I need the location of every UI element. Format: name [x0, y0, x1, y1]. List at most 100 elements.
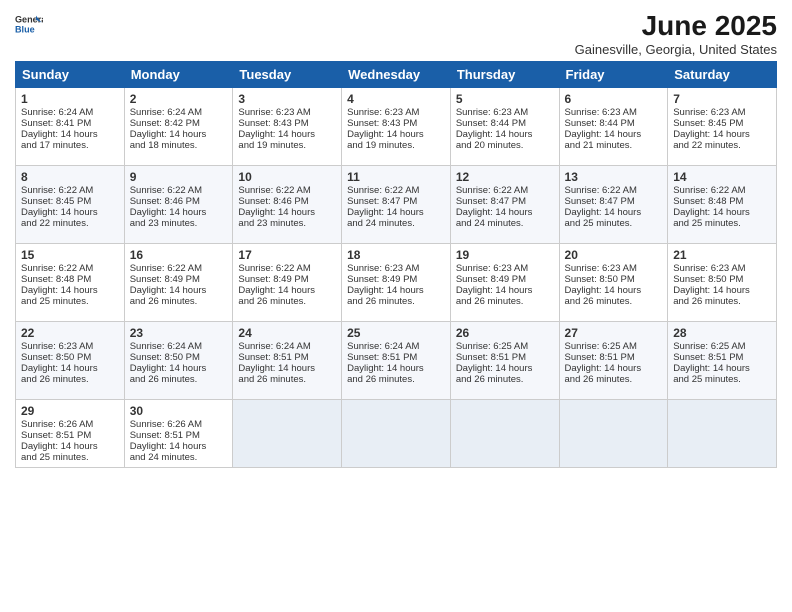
calendar-cell	[450, 400, 559, 468]
calendar-cell: 6Sunrise: 6:23 AMSunset: 8:44 PMDaylight…	[559, 88, 668, 166]
day-info: Daylight: 14 hours	[347, 363, 445, 374]
day-info: Daylight: 14 hours	[347, 285, 445, 296]
day-info: Sunrise: 6:24 AM	[347, 341, 445, 352]
day-info: Daylight: 14 hours	[673, 207, 771, 218]
calendar-cell: 30Sunrise: 6:26 AMSunset: 8:51 PMDayligh…	[124, 400, 233, 468]
day-number: 11	[347, 170, 445, 184]
day-info: Daylight: 14 hours	[673, 129, 771, 140]
day-info: Daylight: 14 hours	[238, 363, 336, 374]
day-info: and 26 minutes.	[130, 374, 228, 385]
day-info: Sunrise: 6:22 AM	[565, 185, 663, 196]
day-number: 21	[673, 248, 771, 262]
day-number: 12	[456, 170, 554, 184]
day-info: Sunset: 8:48 PM	[673, 196, 771, 207]
day-info: and 26 minutes.	[130, 296, 228, 307]
day-info: Sunset: 8:42 PM	[130, 118, 228, 129]
day-info: Daylight: 14 hours	[565, 129, 663, 140]
calendar-cell: 2Sunrise: 6:24 AMSunset: 8:42 PMDaylight…	[124, 88, 233, 166]
day-info: Sunrise: 6:23 AM	[673, 263, 771, 274]
calendar-cell: 25Sunrise: 6:24 AMSunset: 8:51 PMDayligh…	[342, 322, 451, 400]
day-info: Daylight: 14 hours	[673, 363, 771, 374]
col-monday: Monday	[124, 62, 233, 88]
day-info: Daylight: 14 hours	[21, 207, 119, 218]
calendar-week-row: 8Sunrise: 6:22 AMSunset: 8:45 PMDaylight…	[16, 166, 777, 244]
day-info: Sunrise: 6:22 AM	[238, 263, 336, 274]
day-number: 6	[565, 92, 663, 106]
calendar-cell	[342, 400, 451, 468]
page-container: General Blue June 2025 Gainesville, Geor…	[0, 0, 792, 478]
day-number: 13	[565, 170, 663, 184]
calendar: Sunday Monday Tuesday Wednesday Thursday…	[15, 61, 777, 468]
day-number: 8	[21, 170, 119, 184]
day-info: Daylight: 14 hours	[21, 441, 119, 452]
day-info: and 22 minutes.	[21, 218, 119, 229]
day-info: Sunset: 8:45 PM	[673, 118, 771, 129]
calendar-cell	[668, 400, 777, 468]
day-info: Daylight: 14 hours	[130, 363, 228, 374]
location: Gainesville, Georgia, United States	[575, 42, 777, 57]
day-info: Daylight: 14 hours	[565, 207, 663, 218]
day-info: Sunset: 8:51 PM	[238, 352, 336, 363]
calendar-cell: 15Sunrise: 6:22 AMSunset: 8:48 PMDayligh…	[16, 244, 125, 322]
day-info: Sunrise: 6:23 AM	[456, 263, 554, 274]
calendar-header-row: Sunday Monday Tuesday Wednesday Thursday…	[16, 62, 777, 88]
day-number: 17	[238, 248, 336, 262]
day-info: Sunset: 8:50 PM	[21, 352, 119, 363]
calendar-cell	[559, 400, 668, 468]
day-info: Sunset: 8:47 PM	[347, 196, 445, 207]
day-info: and 21 minutes.	[565, 140, 663, 151]
col-tuesday: Tuesday	[233, 62, 342, 88]
day-info: Daylight: 14 hours	[130, 129, 228, 140]
day-info: Sunset: 8:49 PM	[130, 274, 228, 285]
day-info: and 25 minutes.	[565, 218, 663, 229]
day-info: Sunset: 8:50 PM	[565, 274, 663, 285]
day-info: Sunrise: 6:23 AM	[565, 107, 663, 118]
day-info: Sunrise: 6:23 AM	[565, 263, 663, 274]
calendar-cell: 4Sunrise: 6:23 AMSunset: 8:43 PMDaylight…	[342, 88, 451, 166]
day-info: and 25 minutes.	[21, 296, 119, 307]
day-info: and 26 minutes.	[565, 374, 663, 385]
day-info: and 26 minutes.	[673, 296, 771, 307]
day-info: Daylight: 14 hours	[130, 207, 228, 218]
day-info: Daylight: 14 hours	[130, 441, 228, 452]
day-info: Sunset: 8:41 PM	[21, 118, 119, 129]
day-info: Sunset: 8:46 PM	[238, 196, 336, 207]
day-info: Sunset: 8:44 PM	[456, 118, 554, 129]
day-info: Daylight: 14 hours	[456, 285, 554, 296]
svg-text:Blue: Blue	[15, 24, 35, 34]
day-number: 10	[238, 170, 336, 184]
calendar-cell: 16Sunrise: 6:22 AMSunset: 8:49 PMDayligh…	[124, 244, 233, 322]
day-info: and 22 minutes.	[673, 140, 771, 151]
day-info: Sunrise: 6:23 AM	[21, 341, 119, 352]
col-wednesday: Wednesday	[342, 62, 451, 88]
day-number: 30	[130, 404, 228, 418]
day-info: and 23 minutes.	[130, 218, 228, 229]
day-info: Sunrise: 6:26 AM	[21, 419, 119, 430]
day-info: and 26 minutes.	[456, 374, 554, 385]
day-info: Sunset: 8:51 PM	[130, 430, 228, 441]
day-info: and 26 minutes.	[565, 296, 663, 307]
day-info: Daylight: 14 hours	[238, 129, 336, 140]
day-info: Sunset: 8:47 PM	[456, 196, 554, 207]
col-sunday: Sunday	[16, 62, 125, 88]
day-info: Daylight: 14 hours	[130, 285, 228, 296]
day-info: Sunset: 8:49 PM	[347, 274, 445, 285]
calendar-cell: 12Sunrise: 6:22 AMSunset: 8:47 PMDayligh…	[450, 166, 559, 244]
day-info: Daylight: 14 hours	[238, 207, 336, 218]
logo-icon: General Blue	[15, 10, 43, 38]
calendar-cell: 18Sunrise: 6:23 AMSunset: 8:49 PMDayligh…	[342, 244, 451, 322]
day-info: Sunrise: 6:23 AM	[347, 263, 445, 274]
day-info: Sunrise: 6:22 AM	[21, 263, 119, 274]
day-info: Daylight: 14 hours	[21, 129, 119, 140]
day-info: and 19 minutes.	[238, 140, 336, 151]
day-info: Daylight: 14 hours	[456, 207, 554, 218]
calendar-cell	[233, 400, 342, 468]
calendar-cell: 3Sunrise: 6:23 AMSunset: 8:43 PMDaylight…	[233, 88, 342, 166]
day-info: and 24 minutes.	[456, 218, 554, 229]
day-number: 7	[673, 92, 771, 106]
day-info: and 25 minutes.	[673, 374, 771, 385]
day-info: Sunrise: 6:22 AM	[238, 185, 336, 196]
day-info: Sunset: 8:47 PM	[565, 196, 663, 207]
day-info: Sunrise: 6:24 AM	[130, 341, 228, 352]
title-block: June 2025 Gainesville, Georgia, United S…	[575, 10, 777, 57]
